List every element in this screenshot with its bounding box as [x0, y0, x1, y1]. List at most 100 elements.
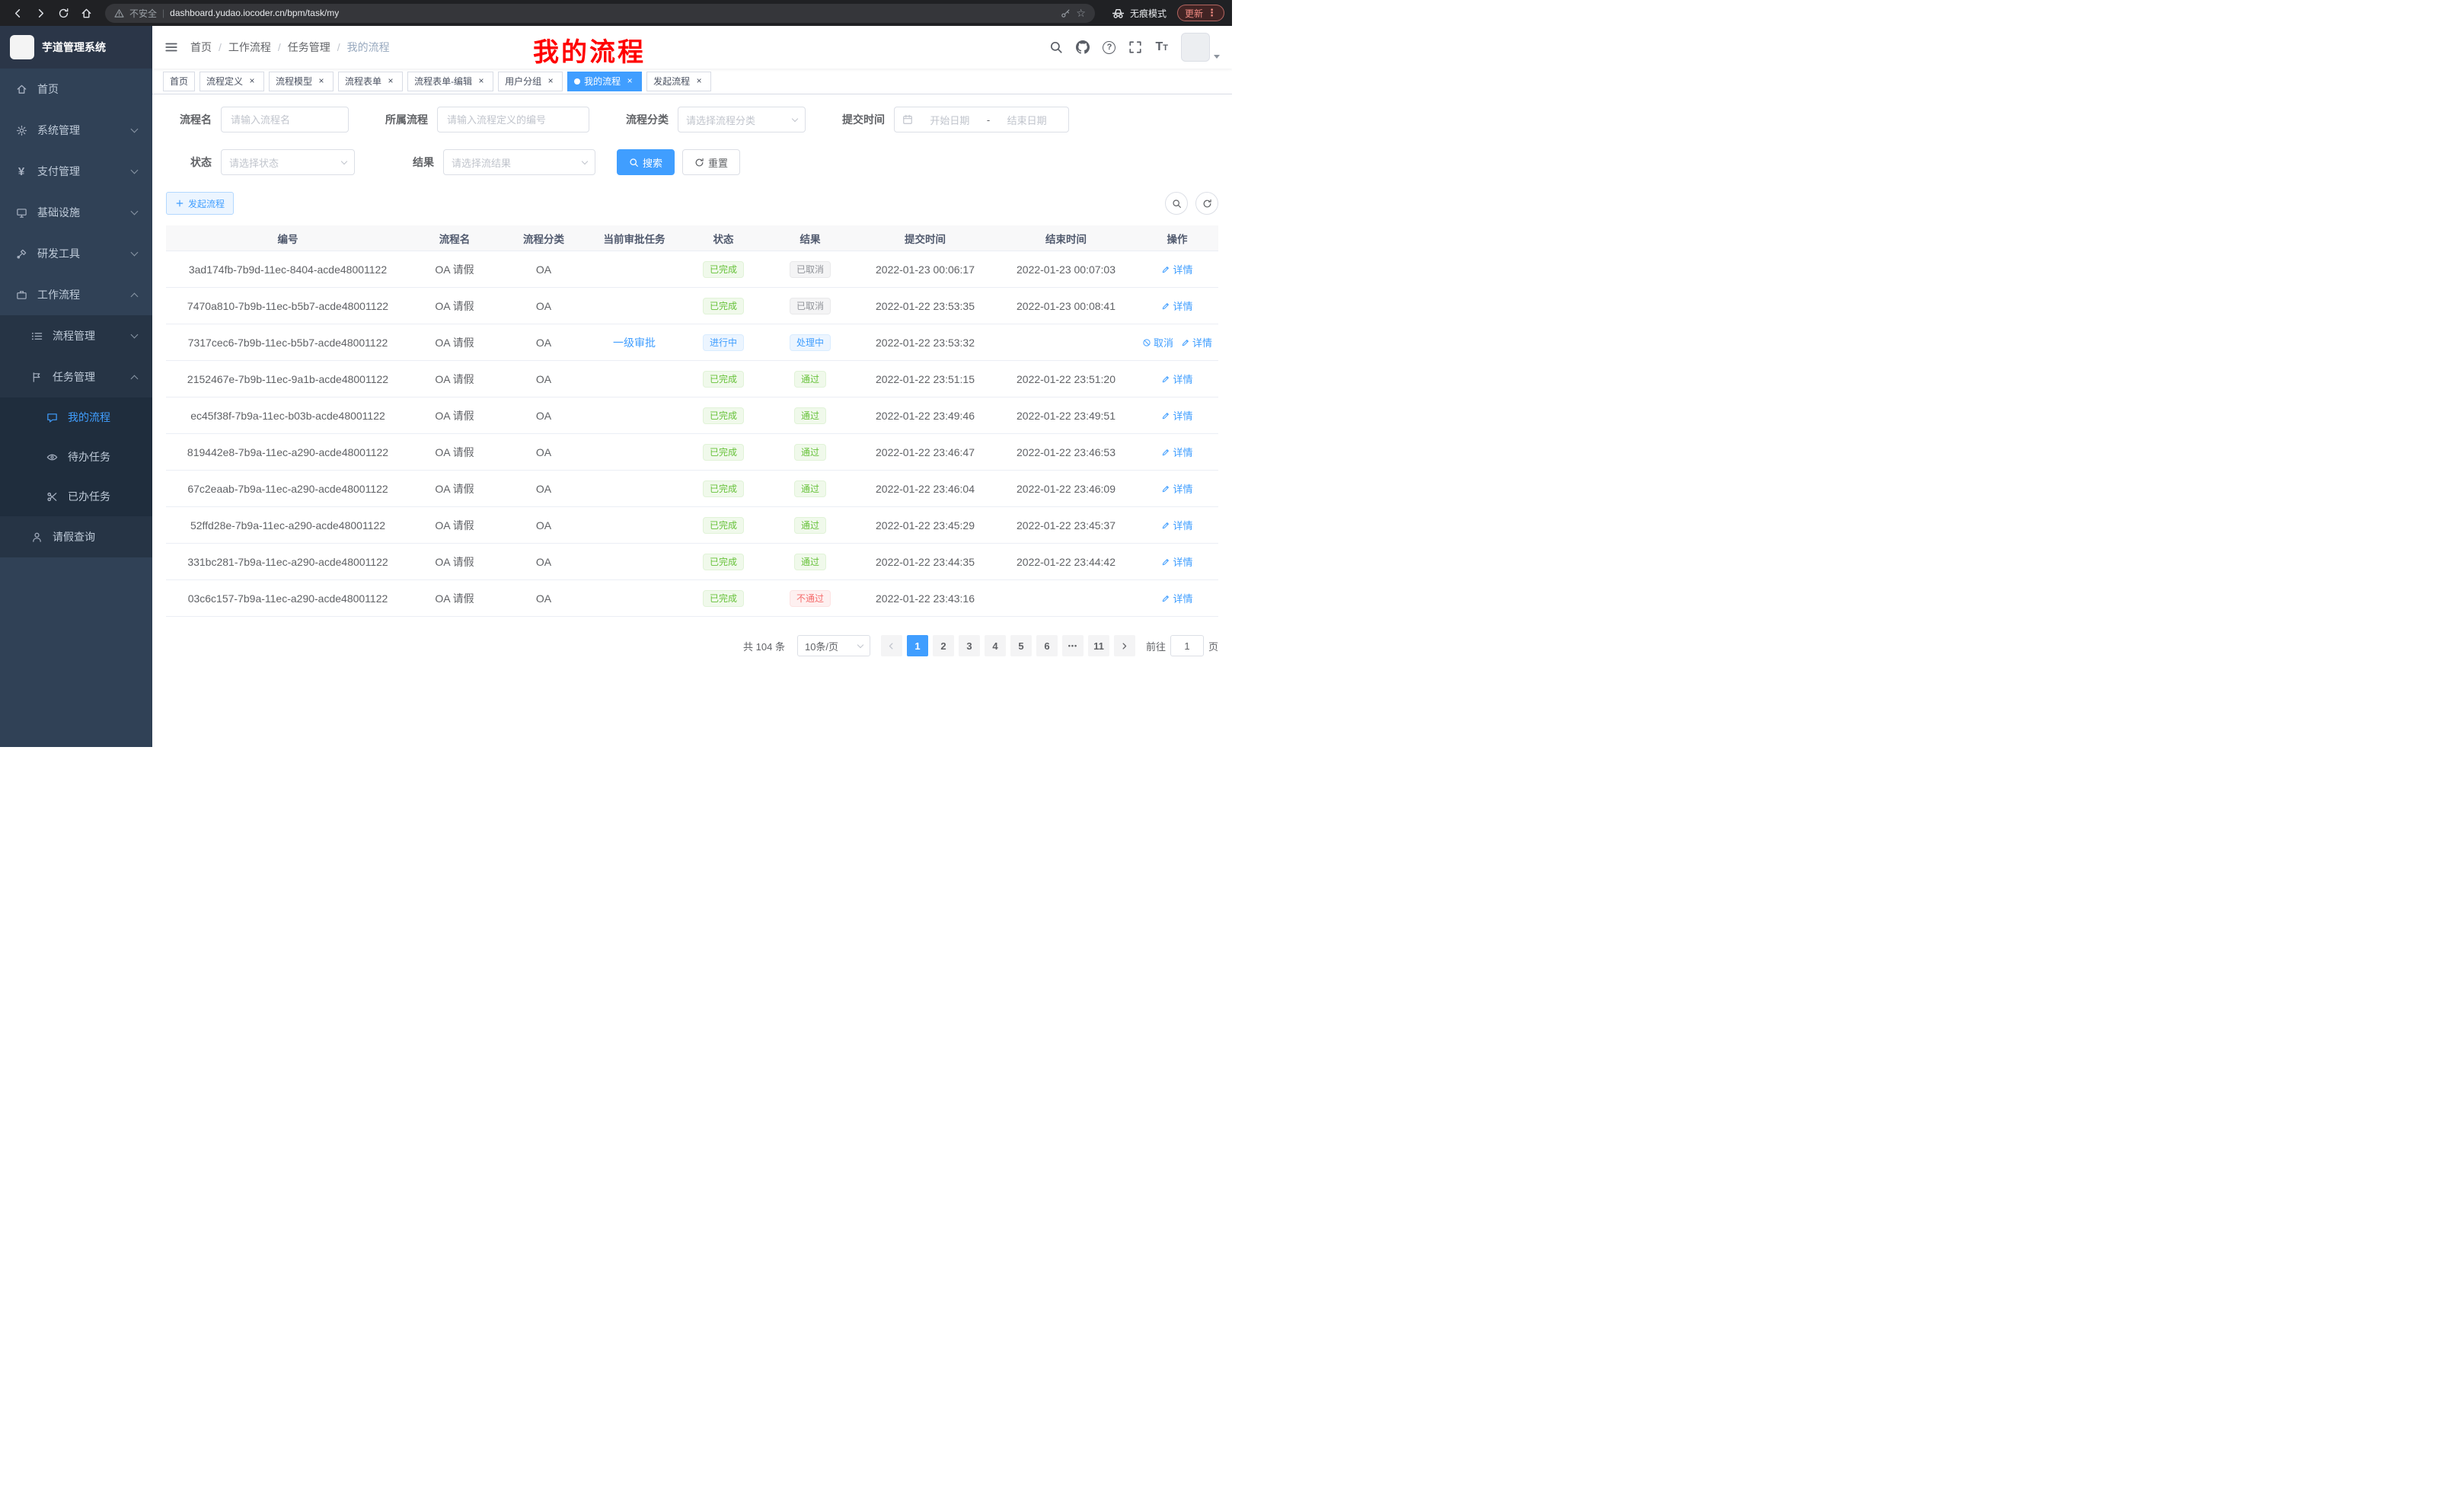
sidebar-item-home[interactable]: 首页	[0, 69, 152, 110]
tab-process-definition[interactable]: 流程定义×	[199, 72, 264, 91]
sidebar-item-leave-query[interactable]: 请假查询	[0, 516, 152, 557]
page-button[interactable]: 3	[959, 635, 980, 656]
sidebar-item-todo-tasks[interactable]: 待办任务	[0, 437, 152, 477]
github-icon[interactable]	[1076, 40, 1090, 54]
search-icon[interactable]	[1049, 40, 1063, 54]
sidebar-item-label: 已办任务	[68, 489, 110, 504]
browser-reload-button[interactable]	[53, 3, 73, 23]
page-button[interactable]: 1	[907, 635, 928, 656]
update-button[interactable]: 更新 ⋮	[1177, 5, 1224, 21]
sidebar-toggle-button[interactable]	[152, 26, 190, 69]
sidebar-menu: 首页 系统管理 ¥ 支付管理 基础设施	[0, 69, 152, 557]
goto-page: 前往 页	[1146, 635, 1218, 656]
close-icon[interactable]: ×	[316, 76, 327, 87]
parent-process-input[interactable]	[437, 107, 589, 132]
cancel-link[interactable]: 取消	[1142, 335, 1173, 350]
sidebar-item-my-process[interactable]: 我的流程	[0, 397, 152, 437]
tab-process-form-edit[interactable]: 流程表单-编辑×	[407, 72, 493, 91]
page-button[interactable]: 2	[933, 635, 954, 656]
breadcrumb-item[interactable]: 工作流程	[228, 40, 271, 55]
detail-link[interactable]: 详情	[1161, 372, 1192, 386]
tab-user-group[interactable]: 用户分组×	[498, 72, 563, 91]
sidebar-item-done-tasks[interactable]: 已办任务	[0, 477, 152, 516]
user-icon	[30, 531, 43, 543]
table-row: 7470a810-7b9b-11ec-b5b7-acde48001122 OA …	[166, 288, 1218, 324]
font-size-icon[interactable]: TT	[1155, 40, 1168, 54]
help-icon[interactable]: ?	[1103, 41, 1116, 54]
detail-link[interactable]: 详情	[1181, 335, 1212, 350]
browser-forward-button[interactable]	[30, 3, 50, 23]
detail-link[interactable]: 详情	[1161, 408, 1192, 423]
scissors-icon	[46, 490, 58, 503]
status-select[interactable]: 请选择状态	[221, 149, 355, 175]
page-url: dashboard.yudao.iocoder.cn/bpm/task/my	[170, 8, 339, 18]
password-key-icon[interactable]	[1061, 8, 1071, 18]
fullscreen-icon[interactable]	[1128, 40, 1142, 54]
close-icon[interactable]: ×	[476, 76, 487, 87]
goto-page-input[interactable]	[1170, 635, 1204, 656]
browser-home-button[interactable]	[76, 3, 96, 23]
more-pages-button[interactable]: •••	[1062, 635, 1084, 656]
status-tag: 已完成	[703, 371, 744, 388]
refresh-table-button[interactable]	[1195, 192, 1218, 215]
close-icon[interactable]: ×	[624, 76, 635, 87]
incognito-label: 无痕模式	[1130, 7, 1167, 20]
result-tag: 不通过	[790, 590, 831, 607]
url-bar[interactable]: 不安全 | dashboard.yudao.iocoder.cn/bpm/tas…	[105, 4, 1095, 23]
detail-link[interactable]: 详情	[1161, 262, 1192, 276]
breadcrumb-item[interactable]: 首页	[190, 40, 212, 55]
sidebar-item-system-management[interactable]: 系统管理	[0, 110, 152, 151]
detail-link[interactable]: 详情	[1161, 298, 1192, 313]
user-menu[interactable]	[1181, 33, 1220, 62]
detail-link[interactable]: 详情	[1161, 481, 1192, 496]
category-select[interactable]: 请选择流程分类	[678, 107, 806, 132]
close-icon[interactable]: ×	[694, 76, 704, 87]
tab-process-form[interactable]: 流程表单×	[338, 72, 403, 91]
close-icon[interactable]: ×	[247, 76, 257, 87]
detail-link[interactable]: 详情	[1161, 554, 1192, 569]
detail-link[interactable]: 详情	[1161, 518, 1192, 532]
tab-my-process[interactable]: 我的流程×	[567, 72, 642, 91]
page-button[interactable]: 11	[1088, 635, 1109, 656]
sidebar-item-workflow[interactable]: 工作流程	[0, 274, 152, 315]
result-select[interactable]: 请选择流结果	[443, 149, 595, 175]
sidebar-item-task-management[interactable]: 任务管理	[0, 356, 152, 397]
row-process-name: OA 请假	[410, 445, 500, 460]
sidebar-item-label: 首页	[37, 81, 59, 97]
bookmark-star-icon[interactable]: ☆	[1076, 8, 1086, 18]
page-button[interactable]: 5	[1010, 635, 1032, 656]
reset-button[interactable]: 重置	[682, 149, 740, 175]
chevron-down-icon	[131, 126, 139, 133]
edit-icon	[1161, 302, 1170, 311]
tab-initiate-process[interactable]: 发起流程×	[646, 72, 711, 91]
process-name-input[interactable]	[221, 107, 349, 132]
sidebar-item-process-management[interactable]: 流程管理	[0, 315, 152, 356]
refresh-icon	[1202, 199, 1212, 209]
browser-menu-icon[interactable]: ⋮	[1207, 7, 1217, 19]
row-category: OA	[500, 519, 588, 532]
sidebar-item-payment-management[interactable]: ¥ 支付管理	[0, 151, 152, 192]
create-process-button[interactable]: 发起流程	[166, 192, 234, 215]
breadcrumb-item[interactable]: 任务管理	[288, 40, 330, 55]
toggle-search-button[interactable]	[1165, 192, 1188, 215]
detail-link[interactable]: 详情	[1161, 591, 1192, 605]
page-button[interactable]: 6	[1036, 635, 1058, 656]
current-task-link[interactable]: 一级审批	[613, 335, 656, 350]
sidebar-item-dev-tools[interactable]: 研发工具	[0, 233, 152, 274]
yen-icon: ¥	[15, 165, 27, 177]
next-page-button[interactable]	[1114, 635, 1135, 656]
browser-back-button[interactable]	[8, 3, 27, 23]
search-button[interactable]: 搜索	[617, 149, 675, 175]
tab-home[interactable]: 首页	[163, 72, 195, 91]
sidebar-item-infrastructure[interactable]: 基础设施	[0, 192, 152, 233]
tab-process-model[interactable]: 流程模型×	[269, 72, 334, 91]
page-size-select[interactable]: 10条/页	[797, 635, 870, 656]
page-button[interactable]: 4	[985, 635, 1006, 656]
row-process-name: OA 请假	[410, 518, 500, 533]
close-icon[interactable]: ×	[385, 76, 396, 87]
detail-link[interactable]: 详情	[1161, 445, 1192, 459]
prev-page-button[interactable]	[881, 635, 902, 656]
submit-time-range-picker[interactable]: 开始日期 - 结束日期	[894, 107, 1069, 132]
close-icon[interactable]: ×	[545, 76, 556, 87]
sidebar-item-label: 我的流程	[68, 410, 110, 425]
